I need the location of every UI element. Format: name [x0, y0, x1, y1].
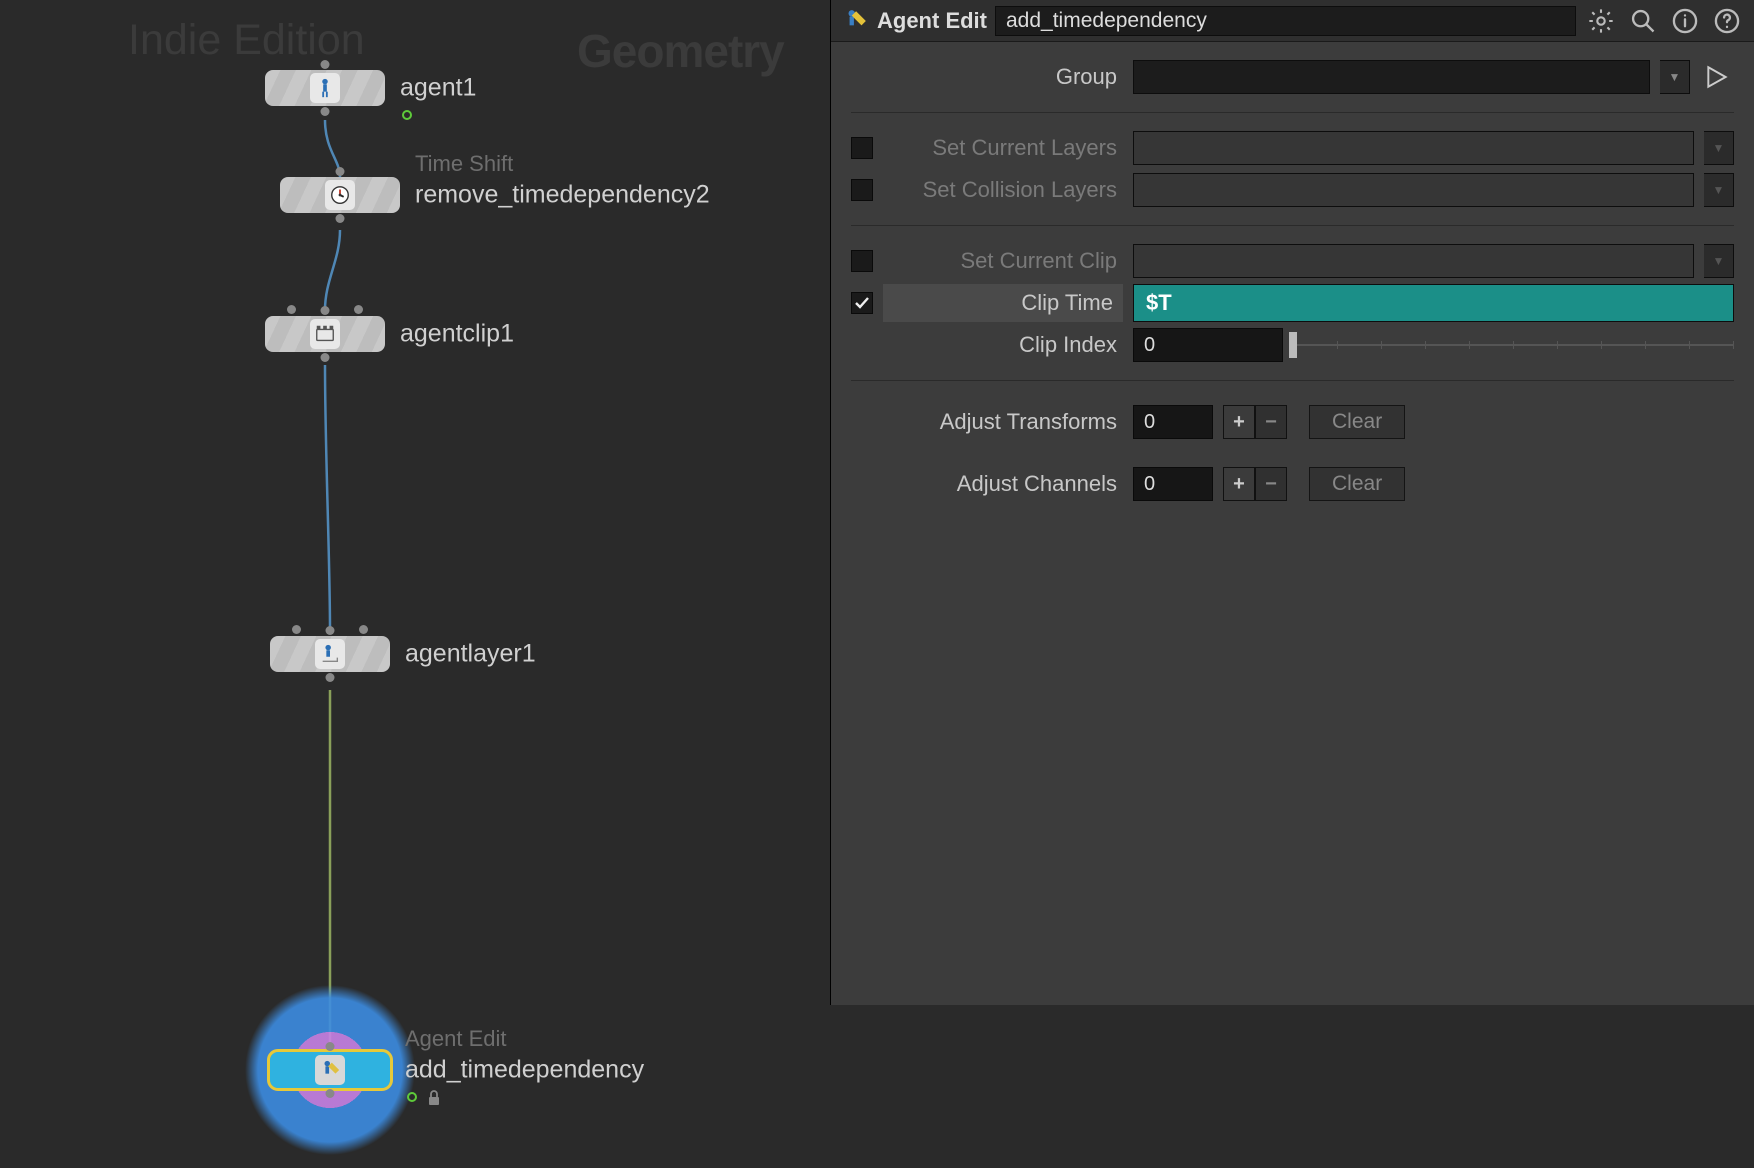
adjust-transforms-add-button[interactable]: + — [1223, 405, 1255, 439]
group-label: Group — [883, 64, 1123, 90]
set-current-layers-field — [1133, 131, 1694, 165]
set-current-clip-field — [1133, 244, 1694, 278]
clock-icon — [325, 180, 355, 210]
node-label: agentlayer1 — [405, 640, 536, 669]
set-collision-layers-checkbox[interactable] — [851, 179, 873, 201]
node-label: agentclip1 — [400, 320, 514, 349]
set-current-clip-label: Set Current Clip — [883, 248, 1123, 274]
adjust-transforms-label: Adjust Transforms — [883, 409, 1123, 435]
adjust-channels-remove-button[interactable]: − — [1255, 467, 1287, 501]
clip-index-input[interactable] — [1133, 328, 1283, 362]
node-agentlayer1[interactable]: agentlayer1 — [270, 636, 390, 672]
clip-time-checkbox[interactable] — [851, 292, 873, 314]
set-current-clip-dropdown: ▼ — [1704, 244, 1734, 278]
node-label: add_timedependency — [405, 1056, 644, 1085]
cook-status-icon — [407, 1092, 417, 1102]
info-icon[interactable] — [1668, 4, 1702, 38]
network-view[interactable]: Indie Edition Geometry agent1 — [0, 0, 830, 1168]
set-current-layers-dropdown: ▼ — [1704, 131, 1734, 165]
node-type-label: Time Shift — [415, 151, 513, 177]
film-icon — [310, 319, 340, 349]
set-collision-layers-field — [1133, 173, 1694, 207]
operator-type-label: Agent Edit — [877, 8, 987, 34]
gear-icon[interactable] — [1584, 4, 1618, 38]
search-icon[interactable] — [1626, 4, 1660, 38]
parameter-header: Agent Edit — [831, 0, 1754, 42]
adjust-transforms-clear-button[interactable]: Clear — [1309, 405, 1405, 439]
set-collision-layers-label: Set Collision Layers — [883, 177, 1123, 203]
lock-icon — [427, 1090, 441, 1106]
group-dropdown[interactable]: ▼ — [1660, 60, 1690, 94]
clip-time-input[interactable]: $T — [1133, 284, 1734, 322]
node-type-label: Agent Edit — [405, 1026, 507, 1052]
agent-edit-icon — [841, 7, 869, 35]
adjust-transforms-remove-button[interactable]: − — [1255, 405, 1287, 439]
node-add-timedependency[interactable]: Agent Edit add_timedependency — [270, 1052, 390, 1088]
agent-layer-icon — [315, 639, 345, 669]
operator-name-input[interactable] — [995, 6, 1576, 36]
adjust-channels-input[interactable] — [1133, 467, 1213, 501]
set-current-clip-checkbox[interactable] — [851, 250, 873, 272]
node-label: remove_timedependency2 — [415, 181, 710, 210]
group-input[interactable] — [1133, 60, 1650, 94]
parameter-pane: Agent Edit Group ▼ — [830, 0, 1754, 1005]
set-current-layers-checkbox[interactable] — [851, 137, 873, 159]
node-agent1[interactable]: agent1 — [265, 70, 385, 106]
clip-time-label: Clip Time — [883, 284, 1123, 322]
node-agentclip1[interactable]: agentclip1 — [265, 316, 385, 352]
watermark-context: Geometry — [577, 24, 784, 78]
adjust-channels-add-button[interactable]: + — [1223, 467, 1255, 501]
node-label: agent1 — [400, 74, 476, 103]
cook-status-icon — [402, 110, 412, 120]
watermark-indie: Indie Edition — [128, 16, 365, 65]
node-remove-timedependency2[interactable]: Time Shift remove_timedependency2 — [280, 177, 400, 213]
help-icon[interactable] — [1710, 4, 1744, 38]
adjust-channels-label: Adjust Channels — [883, 471, 1123, 497]
adjust-channels-clear-button[interactable]: Clear — [1309, 467, 1405, 501]
agent-icon — [310, 73, 340, 103]
agent-edit-icon — [315, 1055, 345, 1085]
adjust-transforms-input[interactable] — [1133, 405, 1213, 439]
clip-index-label: Clip Index — [883, 332, 1123, 358]
group-select-arrow-icon[interactable] — [1700, 60, 1734, 94]
set-current-layers-label: Set Current Layers — [883, 135, 1123, 161]
set-collision-layers-dropdown: ▼ — [1704, 173, 1734, 207]
clip-index-slider[interactable] — [1293, 328, 1734, 362]
